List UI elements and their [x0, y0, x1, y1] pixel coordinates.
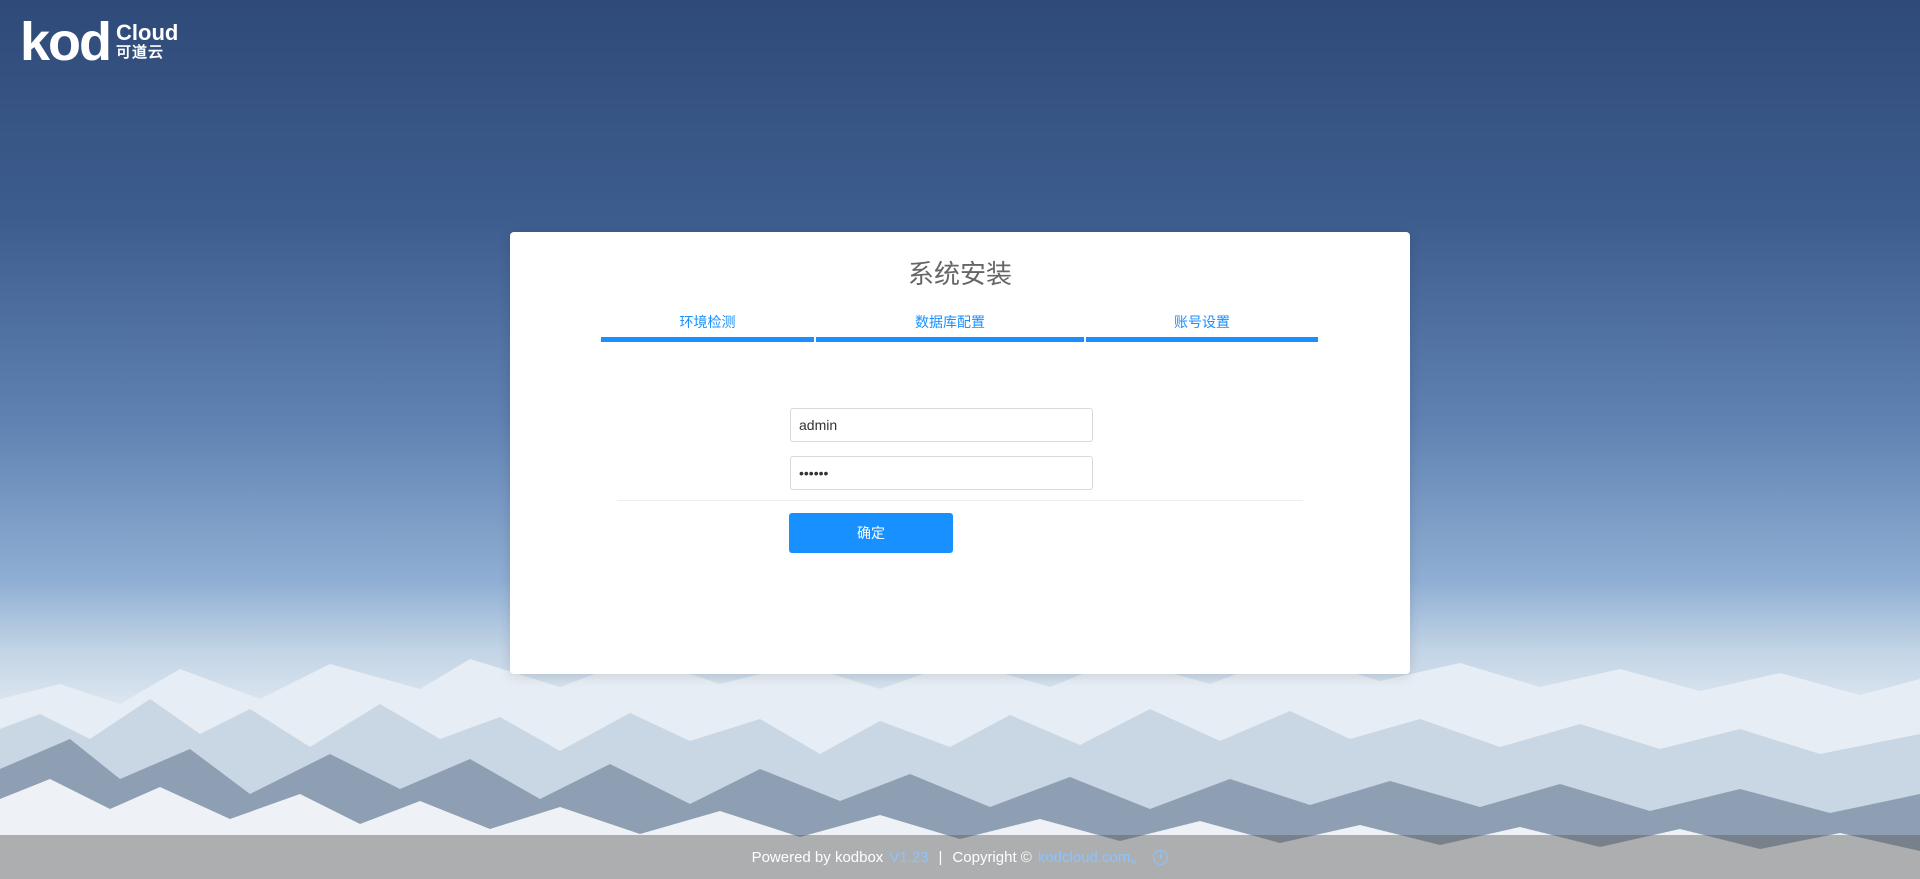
logo-cn-text: 可道云	[116, 44, 165, 61]
account-row: 账号:*	[510, 408, 1410, 442]
logo-cloud-text: Cloud	[116, 20, 179, 45]
account-input[interactable]	[790, 408, 1093, 442]
password-row: 密码:*	[510, 456, 1410, 490]
confirm-button[interactable]: 确定	[789, 513, 953, 553]
info-icon[interactable]: i	[1153, 849, 1169, 865]
install-panel: 系统安装 环境检测 数据库配置 账号设置 账号:* 密码:* 确定	[510, 232, 1410, 674]
page-title: 系统安装	[907, 259, 1012, 289]
footer-powered-by: Powered by kodbox	[751, 848, 884, 866]
step-account-settings: 账号设置	[1086, 312, 1318, 342]
footer: Powered by kodbox V1.23 | Copyright © ko…	[0, 835, 1920, 879]
step-database-config: 数据库配置	[816, 312, 1084, 342]
footer-version-link[interactable]: V1.23	[889, 849, 928, 866]
logo-side: Cloud 可道云	[116, 22, 178, 62]
password-input[interactable]	[790, 456, 1093, 490]
logo-kod-text: kod	[20, 12, 112, 72]
kodcloud-logo: kod Cloud 可道云	[20, 12, 178, 72]
step-env-check: 环境检测	[601, 312, 814, 342]
footer-site-suffix: 。	[1130, 849, 1146, 867]
footer-copyright: Copyright ©	[952, 848, 1032, 866]
footer-site-link[interactable]: kodcloud.com	[1038, 849, 1131, 866]
form-divider	[617, 500, 1303, 501]
install-steps: 环境检测 数据库配置 账号设置	[601, 312, 1318, 342]
footer-separator: |	[938, 848, 943, 866]
